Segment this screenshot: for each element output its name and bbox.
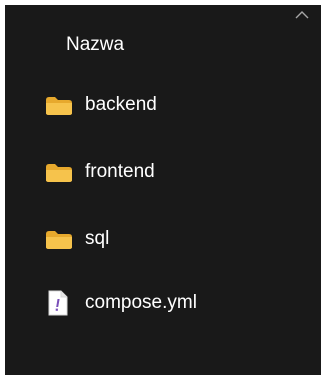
folder-icon — [45, 163, 73, 183]
folder-icon — [45, 96, 73, 116]
column-header-name[interactable]: Nazwa — [66, 33, 124, 57]
list-item-sql[interactable]: sql — [5, 222, 321, 256]
list-item-label: backend — [85, 94, 157, 115]
list-item-frontend[interactable]: frontend — [5, 155, 321, 189]
list-item-label: sql — [85, 228, 110, 249]
list-item-backend[interactable]: backend — [5, 88, 321, 122]
list-item-compose-yml[interactable]: compose.yml — [5, 286, 321, 320]
file-list-panel: Nazwa backend frontend sql compose.yml — [5, 5, 321, 375]
chevron-up-icon — [295, 11, 309, 19]
sort-ascending-button[interactable] — [294, 9, 310, 21]
folder-icon — [45, 230, 73, 250]
list-item-label: compose.yml — [85, 292, 197, 313]
list-item-label: frontend — [85, 161, 155, 182]
yaml-file-icon — [47, 290, 69, 316]
